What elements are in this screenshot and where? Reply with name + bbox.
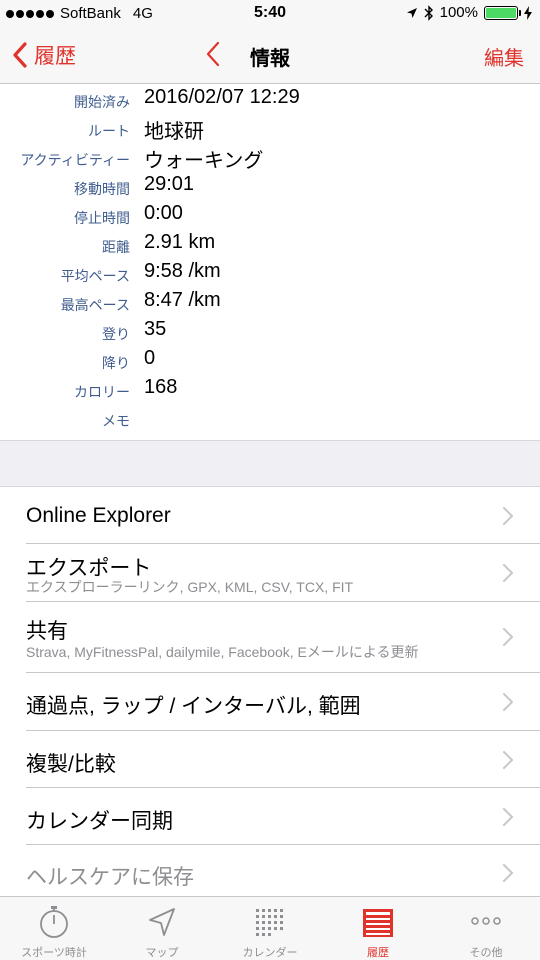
page-title: 情報	[250, 48, 290, 70]
info-value: 8:47 /km	[144, 289, 221, 311]
info-label: 登り	[102, 326, 130, 342]
chevron-right-icon	[503, 507, 513, 525]
tab-bar: スポーツ時計 マップ カレンダー 履歴 その他	[0, 896, 540, 960]
info-label: 停止時間	[74, 210, 130, 226]
info-value: 35	[144, 318, 167, 340]
section-divider	[0, 440, 540, 487]
tab-label: その他	[469, 947, 503, 959]
info-row-max-pace: 最高ペース 8:47 /km	[0, 287, 540, 316]
tab-label: 履歴	[367, 947, 389, 959]
info-label: 移動時間	[74, 181, 130, 197]
info-value: 29:01	[144, 173, 195, 195]
location-arrow-icon	[149, 908, 175, 936]
tab-sports-watch[interactable]: スポーツ時計	[0, 897, 108, 960]
battery-percentage: 100%	[439, 4, 478, 21]
history-list-icon	[363, 909, 393, 937]
tab-map[interactable]: マップ	[108, 897, 216, 960]
info-value: ウォーキング	[144, 150, 264, 172]
info-row-avg-pace: 平均ペース 9:58 /km	[0, 258, 540, 287]
info-label: 降り	[102, 355, 130, 371]
activity-info-section: 開始済み 2016/02/07 12:29 ルート 地球研 アクティビティー ウ…	[0, 84, 540, 440]
info-value: 0	[144, 347, 156, 369]
charging-bolt-icon	[524, 5, 532, 20]
info-label: ルート	[88, 123, 130, 139]
info-label: カロリー	[74, 384, 130, 400]
info-value: 地球研	[144, 121, 204, 143]
info-row-descent: 降り 0	[0, 345, 540, 374]
menu-item-calendar-sync[interactable]: カレンダー同期	[0, 788, 540, 845]
menu-item-share[interactable]: 共有 Strava, MyFitnessPal, dailymile, Face…	[0, 602, 540, 673]
menu-item-title: 複製/比較	[26, 753, 116, 776]
status-bar: SoftBank 4G 5:40 100%	[0, 0, 540, 28]
menu-item-save-to-health[interactable]: ヘルスケアに保存	[0, 845, 540, 897]
info-label: 平均ペース	[60, 268, 130, 284]
info-row-activity: アクティビティー ウォーキング	[0, 142, 540, 172]
info-value: 0:00	[144, 202, 183, 224]
edit-button[interactable]: 編集	[484, 42, 524, 71]
info-label: メモ	[102, 413, 130, 429]
menu-item-title: ヘルスケアに保存	[26, 866, 194, 889]
info-label: 最高ペース	[60, 297, 130, 313]
chevron-right-icon	[503, 808, 513, 826]
info-label: 距離	[102, 239, 130, 255]
tab-history[interactable]: 履歴	[324, 897, 432, 960]
menu-item-subtitle: Strava, MyFitnessPal, dailymile, Faceboo…	[26, 644, 419, 660]
tab-label: マップ	[145, 947, 179, 959]
navigation-bar: 履歴 情報 編集	[0, 28, 540, 84]
tab-label: スポーツ時計	[21, 947, 87, 959]
info-row-memo[interactable]: メモ	[0, 403, 540, 432]
tab-label: カレンダー	[242, 947, 298, 959]
more-dots-icon	[471, 917, 501, 925]
info-row-route: ルート 地球研	[0, 113, 540, 143]
info-label: アクティビティー	[20, 152, 130, 168]
info-label: 開始済み	[74, 94, 130, 110]
menu-item-export[interactable]: エクスポート エクスプローラーリンク, GPX, KML, CSV, TCX, …	[0, 544, 540, 602]
info-row-distance: 距離 2.91 km	[0, 229, 540, 258]
menu-item-splits-laps-ranges[interactable]: 通過点, ラップ / インターバル, 範囲	[0, 673, 540, 731]
menu-item-title: カレンダー同期	[26, 810, 173, 833]
chevron-right-icon	[503, 564, 513, 582]
stopwatch-icon	[40, 906, 68, 938]
menu-item-title: Online Explorer	[26, 504, 171, 527]
info-value: 9:58 /km	[144, 260, 221, 282]
info-value: 2.91 km	[144, 231, 216, 253]
menu-item-duplicate-compare[interactable]: 複製/比較	[0, 731, 540, 788]
info-value: 2016/02/07 12:29	[144, 86, 300, 108]
menu-item-title: 通過点, ラップ / インターバル, 範囲	[26, 695, 361, 718]
tab-more[interactable]: その他	[432, 897, 540, 960]
info-value: 168	[144, 376, 178, 398]
info-row-calories: カロリー 168	[0, 374, 540, 403]
calendar-grid-icon	[256, 909, 283, 936]
menu-item-online-explorer[interactable]: Online Explorer	[0, 487, 540, 544]
info-row-start: 開始済み 2016/02/07 12:29	[0, 84, 540, 113]
tab-calendar[interactable]: カレンダー	[216, 897, 324, 960]
info-row-ascent: 登り 35	[0, 316, 540, 345]
menu-item-title: 共有	[26, 620, 68, 643]
chevron-right-icon	[503, 628, 513, 646]
chevron-right-icon	[503, 751, 513, 769]
info-row-moving-time: 移動時間 29:01	[0, 171, 540, 200]
bluetooth-icon	[424, 4, 433, 21]
info-row-stopped-time: 停止時間 0:00	[0, 200, 540, 229]
menu-item-subtitle: エクスプローラーリンク, GPX, KML, CSV, TCX, FIT	[26, 579, 354, 595]
location-services-icon	[406, 7, 417, 18]
battery-icon	[484, 5, 521, 20]
chevron-right-icon	[503, 693, 513, 711]
chevron-right-icon	[503, 864, 513, 882]
